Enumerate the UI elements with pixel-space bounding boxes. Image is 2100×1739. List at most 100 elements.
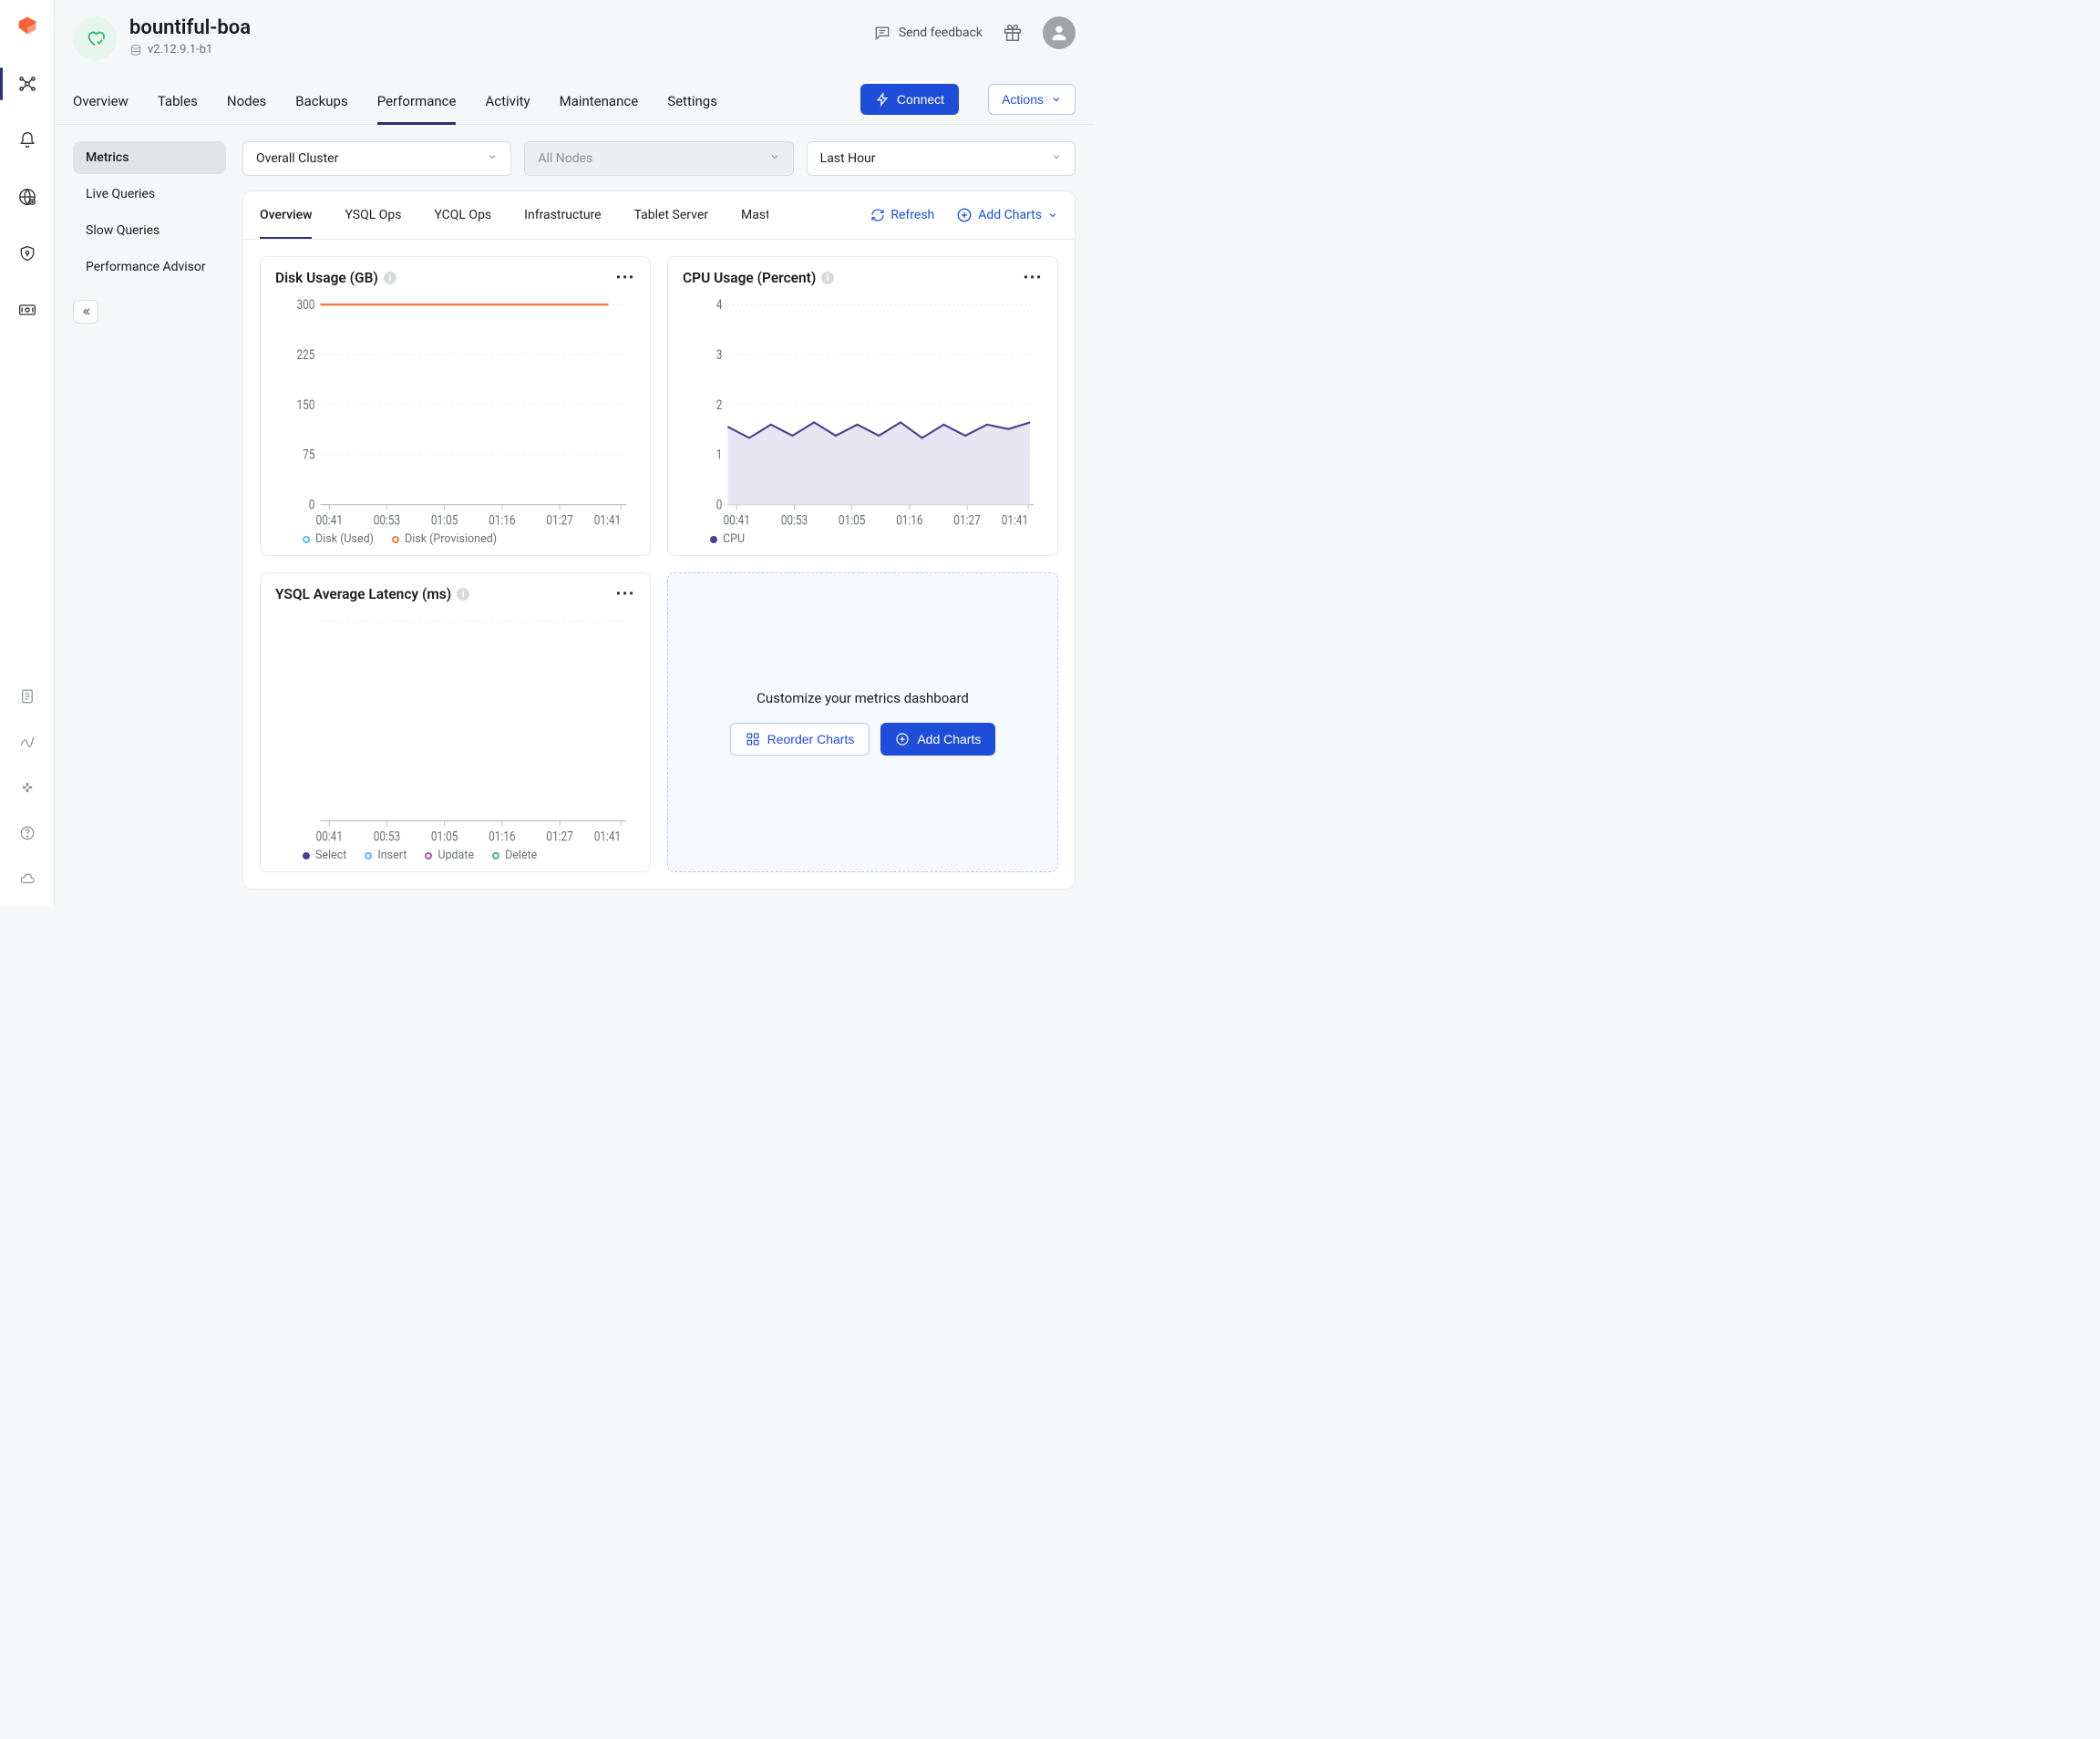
tab-activity[interactable]: Activity	[485, 84, 530, 124]
send-feedback-link[interactable]: Send feedback	[873, 24, 983, 42]
gift-icon[interactable]	[1003, 23, 1023, 43]
svg-text:225: 225	[296, 348, 314, 363]
sidebar-item-slow-queries[interactable]: Slow Queries	[73, 214, 226, 247]
svg-text:0: 0	[309, 498, 315, 512]
svg-text:01:41: 01:41	[594, 829, 621, 843]
tab-maintenance[interactable]: Maintenance	[560, 84, 639, 124]
svg-text:01:05: 01:05	[839, 513, 865, 527]
tab-tables[interactable]: Tables	[158, 84, 198, 124]
sidebar-item-metrics[interactable]: Metrics	[73, 141, 226, 174]
svg-text:01:16: 01:16	[896, 513, 922, 527]
svg-text:00:41: 00:41	[724, 513, 750, 527]
chevron-down-icon	[487, 151, 498, 166]
collapse-sidebar-button[interactable]	[73, 300, 98, 324]
svg-text:01:27: 01:27	[546, 513, 572, 527]
svg-text:01:16: 01:16	[489, 513, 515, 527]
mtab-ysql-ops[interactable]: YSQL Ops	[345, 191, 401, 239]
info-icon[interactable]: i	[384, 272, 396, 284]
chart-menu-button[interactable]: •••	[616, 587, 635, 602]
actions-button[interactable]: Actions	[988, 84, 1076, 115]
svg-text:00:53: 00:53	[374, 513, 400, 527]
refresh-button[interactable]: Refresh	[870, 208, 934, 222]
chart-legend: Select Insert Update Delete	[275, 843, 635, 862]
perf-sidebar: Metrics Live Queries Slow Queries Perfor…	[73, 141, 226, 890]
svg-text:00:41: 00:41	[316, 513, 343, 527]
nav-slack-icon[interactable]	[13, 773, 42, 802]
add-charts-button[interactable]: Add Charts	[956, 207, 1058, 223]
nav-docs-icon[interactable]	[13, 682, 42, 711]
range-select[interactable]: Last Hour	[807, 141, 1076, 176]
nav-rail	[0, 0, 55, 906]
info-icon[interactable]: i	[457, 588, 469, 601]
svg-text:00:53: 00:53	[781, 513, 808, 527]
chart-cpu-usage: CPU Usage (Percent) i ••• 4 3	[667, 256, 1058, 556]
tab-settings[interactable]: Settings	[667, 84, 717, 124]
metrics-panel: Overview YSQL Ops YCQL Ops Infrastructur…	[242, 190, 1076, 890]
svg-text:01:05: 01:05	[431, 513, 458, 527]
mtab-overview[interactable]: Overview	[260, 191, 312, 239]
sidebar-item-live-queries[interactable]: Live Queries	[73, 178, 226, 211]
tab-backups[interactable]: Backups	[295, 84, 347, 124]
page-header: bountiful-boa v2.12.9.1-b1 Send feedback	[55, 0, 1094, 60]
svg-text:4: 4	[716, 298, 723, 313]
svg-text:01:41: 01:41	[1002, 513, 1028, 527]
svg-text:01:41: 01:41	[594, 513, 621, 527]
filter-row: Overall Cluster All Nodes Last Hour	[242, 141, 1076, 176]
top-tabs: Overview Tables Nodes Backups Performanc…	[55, 84, 1094, 125]
chart-ysql-latency: YSQL Average Latency (ms) i •••	[260, 572, 651, 872]
svg-text:00:53: 00:53	[374, 829, 400, 843]
svg-text:01:27: 01:27	[953, 513, 980, 527]
app-logo	[15, 13, 40, 42]
mtab-tablet-server[interactable]: Tablet Server	[634, 191, 708, 239]
chevron-down-icon	[1051, 151, 1062, 166]
svg-text:01:27: 01:27	[546, 829, 572, 843]
customize-msg: Customize your metrics dashboard	[757, 690, 969, 706]
nav-security-icon[interactable]	[13, 239, 42, 268]
svg-text:75: 75	[303, 448, 314, 463]
svg-text:300: 300	[296, 298, 314, 313]
sidebar-item-perf-advisor[interactable]: Performance Advisor	[73, 251, 226, 283]
svg-text:2: 2	[716, 398, 723, 413]
svg-text:3: 3	[716, 348, 723, 363]
user-avatar[interactable]	[1043, 16, 1076, 49]
svg-text:150: 150	[296, 398, 314, 413]
chart-menu-button[interactable]: •••	[616, 271, 635, 285]
cluster-avatar	[73, 16, 117, 60]
svg-text:00:41: 00:41	[316, 829, 343, 843]
add-charts-button-solid[interactable]: Add Charts	[880, 723, 995, 756]
chart-legend: Disk (Used) Disk (Provisioned)	[275, 527, 635, 546]
charts-grid: Disk Usage (GB) i ••• 300	[243, 240, 1075, 889]
chart-menu-button[interactable]: •••	[1024, 271, 1043, 285]
nav-alerts-icon[interactable]	[13, 126, 42, 155]
nav-cloud-icon[interactable]	[13, 864, 42, 893]
chart-disk-usage: Disk Usage (GB) i ••• 300	[260, 256, 651, 556]
chevron-down-icon	[769, 151, 780, 166]
svg-text:01:05: 01:05	[431, 829, 458, 843]
nav-billing-icon[interactable]	[13, 295, 42, 324]
mtab-infrastructure[interactable]: Infrastructure	[524, 191, 601, 239]
nodes-select: All Nodes	[524, 141, 793, 176]
nav-activity-icon[interactable]	[13, 727, 42, 756]
reorder-charts-button[interactable]: Reorder Charts	[730, 723, 870, 756]
svg-text:01:16: 01:16	[489, 829, 515, 843]
chart-legend: CPU	[683, 527, 1043, 546]
main: bountiful-boa v2.12.9.1-b1 Send feedback…	[55, 0, 1094, 906]
content: Metrics Live Queries Slow Queries Perfor…	[55, 125, 1094, 906]
tab-nodes[interactable]: Nodes	[227, 84, 266, 124]
svg-text:1: 1	[716, 448, 723, 463]
nav-help-icon[interactable]	[13, 818, 42, 848]
customize-card: Customize your metrics dashboard Reorder…	[667, 572, 1058, 872]
mtab-master-server[interactable]: Master Server	[741, 191, 768, 239]
svg-text:0: 0	[716, 498, 723, 512]
nav-clusters-icon[interactable]	[13, 69, 42, 98]
version-label: v2.12.9.1-b1	[129, 43, 251, 57]
nav-network-icon[interactable]	[13, 182, 42, 211]
metric-tabs: Overview YSQL Ops YCQL Ops Infrastructur…	[243, 191, 1075, 240]
page-title: bountiful-boa	[129, 16, 251, 39]
mtab-ycql-ops[interactable]: YCQL Ops	[434, 191, 491, 239]
connect-button[interactable]: Connect	[860, 84, 959, 115]
tab-performance[interactable]: Performance	[377, 84, 457, 124]
info-icon[interactable]: i	[821, 272, 834, 284]
scope-select[interactable]: Overall Cluster	[242, 141, 511, 176]
tab-overview[interactable]: Overview	[73, 84, 129, 124]
